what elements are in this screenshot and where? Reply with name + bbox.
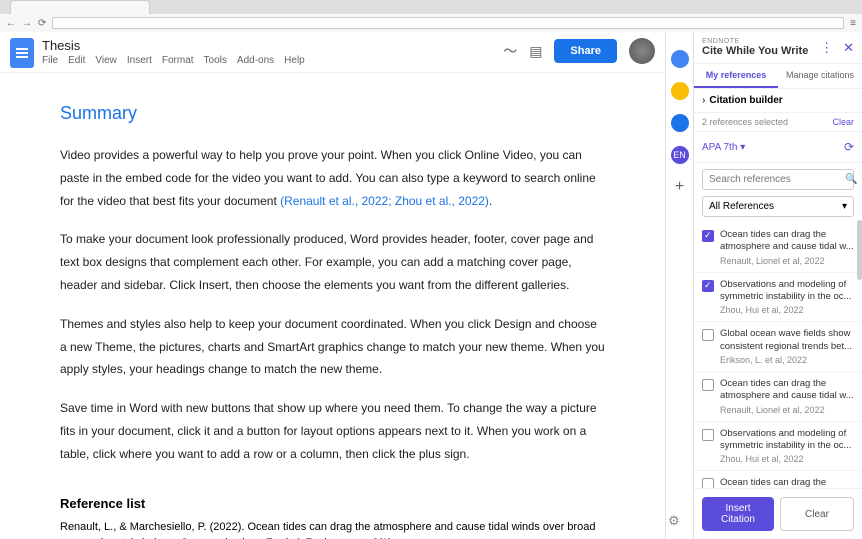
endnote-panel: ENDNOTE Cite While You Write ⋮ ✕ My refe… xyxy=(694,32,862,539)
reference-title: Observations and modeling of symmetric i… xyxy=(720,279,854,304)
clear-button[interactable]: Clear xyxy=(780,497,854,531)
reference-item[interactable]: Observations and modeling of symmetric i… xyxy=(694,422,862,472)
paragraph: Video provides a powerful way to help yo… xyxy=(60,144,605,212)
reference-item[interactable]: Global ocean wave fields show consistent… xyxy=(694,322,862,372)
panel-title: Cite While You Write xyxy=(702,45,808,57)
citation-builder-toggle[interactable]: › Citation builder xyxy=(694,89,862,113)
share-button[interactable]: Share xyxy=(554,39,617,63)
url-bar[interactable] xyxy=(52,17,844,29)
reference-item[interactable]: Observations and modeling of symmetric i… xyxy=(694,273,862,323)
reference-checkbox[interactable] xyxy=(702,230,714,242)
reference-checkbox[interactable] xyxy=(702,478,714,488)
reference-title: Ocean tides can drag the atmosphere and … xyxy=(720,378,854,403)
nav-back-icon[interactable]: ← xyxy=(6,18,16,29)
side-rail: EN + xyxy=(666,32,694,539)
nav-forward-icon[interactable]: → xyxy=(22,18,32,29)
doc-header: Thesis File Edit View Insert Format Tools Add-… xyxy=(0,32,665,73)
document-body[interactable]: Summary Video provides a powerful way to… xyxy=(0,73,665,539)
reference-author: Zhou, Hui et al, 2022 xyxy=(720,454,854,464)
inline-citation[interactable]: (Renault et al., 2022; Zhou et al., 2022… xyxy=(280,194,489,208)
avatar[interactable] xyxy=(629,38,655,64)
menu-file[interactable]: File xyxy=(42,55,58,66)
menu-view[interactable]: View xyxy=(95,55,117,66)
endnote-icon[interactable]: EN xyxy=(671,146,689,164)
search-icon[interactable]: 🔍 xyxy=(845,174,857,185)
reference-checkbox[interactable] xyxy=(702,379,714,391)
clear-selection-link[interactable]: Clear xyxy=(832,117,854,127)
nav-reload-icon[interactable]: ⟳ xyxy=(38,18,46,29)
add-addon-icon[interactable]: + xyxy=(671,178,689,196)
activity-icon[interactable]: 〜 xyxy=(503,41,517,61)
reference-checkbox[interactable] xyxy=(702,280,714,292)
menu-tools[interactable]: Tools xyxy=(204,55,227,66)
chevron-right-icon: › xyxy=(702,95,705,106)
menu-help[interactable]: Help xyxy=(284,55,305,66)
docs-logo-icon[interactable] xyxy=(10,38,34,68)
scrollbar[interactable] xyxy=(857,223,862,280)
browser-chrome: ← → ⟳ ≡ xyxy=(0,0,862,32)
menu-format[interactable]: Format xyxy=(162,55,194,66)
doc-title[interactable]: Thesis xyxy=(42,38,495,53)
reference-author: Erikson, L. et al, 2022 xyxy=(720,355,854,365)
summary-heading: Summary xyxy=(60,103,605,124)
keep-icon[interactable] xyxy=(671,82,689,100)
nav-menu-icon[interactable]: ≡ xyxy=(850,18,856,29)
reference-checkbox[interactable] xyxy=(702,329,714,341)
menu-add-ons[interactable]: Add-ons xyxy=(237,55,274,66)
reference-author: Zhou, Hui et al, 2022 xyxy=(720,305,854,315)
reference-title: Observations and modeling of symmetric i… xyxy=(720,428,854,453)
paragraph: Themes and styles also help to keep your… xyxy=(60,313,605,381)
selection-count: 2 references selected xyxy=(702,117,788,127)
browser-tab[interactable] xyxy=(10,0,150,14)
tab-my-references[interactable]: My references xyxy=(694,64,778,88)
reference-list-heading: Reference list xyxy=(60,496,605,511)
search-references-input[interactable]: 🔍 xyxy=(702,169,854,190)
menu-edit[interactable]: Edit xyxy=(68,55,85,66)
reference-filter-select[interactable]: All References▾ xyxy=(702,196,854,217)
chevron-down-icon: ▾ xyxy=(842,201,847,212)
reference-item[interactable]: Ocean tides can drag the atmosphere and … xyxy=(694,471,862,488)
panel-brand: ENDNOTE xyxy=(702,38,808,45)
menu-insert[interactable]: Insert xyxy=(127,55,152,66)
settings-icon[interactable]: ⚙ xyxy=(668,513,680,529)
citation-style-select[interactable]: APA 7th ▾ xyxy=(702,142,745,153)
comments-icon[interactable]: ▤ xyxy=(529,43,542,60)
reference-item[interactable]: Ocean tides can drag the atmosphere and … xyxy=(694,223,862,273)
insert-citation-button[interactable]: Insert Citation xyxy=(702,497,774,531)
reference-author: Renault, Lionel et al, 2022 xyxy=(720,405,854,415)
close-icon[interactable]: ✕ xyxy=(843,40,854,56)
reference-author: Renault, Lionel et al, 2022 xyxy=(720,256,854,266)
reference-list[interactable]: Ocean tides can drag the atmosphere and … xyxy=(694,223,862,488)
reference-item[interactable]: Ocean tides can drag the atmosphere and … xyxy=(694,372,862,422)
calendar-icon[interactable] xyxy=(671,50,689,68)
tasks-icon[interactable] xyxy=(671,114,689,132)
reference-checkbox[interactable] xyxy=(702,429,714,441)
paragraph: Save time in Word with new buttons that … xyxy=(60,397,605,465)
tab-manage-citations[interactable]: Manage citations xyxy=(778,64,862,88)
reference-title: Ocean tides can drag the atmosphere and … xyxy=(720,229,854,254)
reference-title: Ocean tides can drag the atmosphere and … xyxy=(720,477,854,488)
reference-title: Global ocean wave fields show consistent… xyxy=(720,328,854,353)
reference-entry: Renault, L., & Marchesiello, P. (2022). … xyxy=(60,519,605,539)
refresh-icon[interactable]: ⟳ xyxy=(844,140,854,154)
paragraph: To make your document look professionall… xyxy=(60,228,605,296)
panel-menu-icon[interactable]: ⋮ xyxy=(820,40,833,56)
